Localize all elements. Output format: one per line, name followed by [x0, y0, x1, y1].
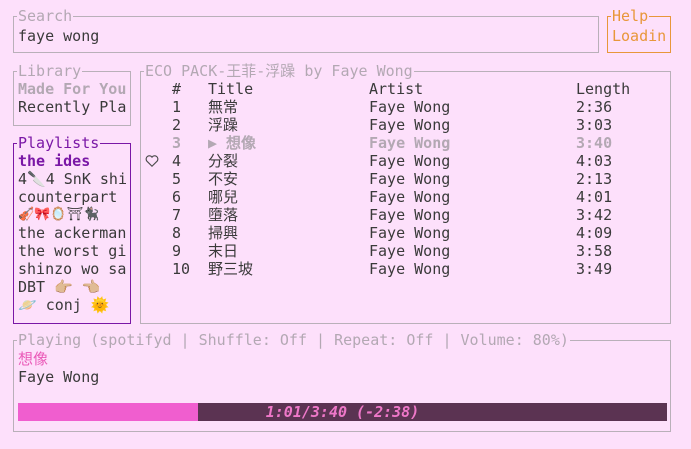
column-header-number[interactable]: # [172, 80, 181, 98]
track-artist: Faye Wong [369, 98, 451, 116]
playlist-item[interactable]: DBT 👉🏼 👈🏼 [18, 278, 128, 296]
track-length: 3:49 [576, 260, 613, 278]
track-artist: Faye Wong [369, 206, 451, 224]
track-number: 8 [172, 224, 182, 242]
track-length: 3:42 [576, 206, 613, 224]
library-item-recently-played[interactable]: Recently Pla [18, 98, 128, 116]
library-panel: Library Made For You Recently Pla [13, 63, 131, 126]
track-number: 2 [172, 116, 182, 134]
track-artist: Faye Wong [369, 242, 451, 260]
track-title: 分裂 [208, 152, 239, 170]
track-length: 3:40 [576, 134, 613, 152]
track-number: 4 [172, 152, 182, 170]
playlists-panel: Playlists the ides 4🔪4 SnK ship counterp… [13, 135, 131, 324]
track-title: ▶ 想像 [208, 134, 257, 152]
search-box[interactable]: Search faye wong [13, 8, 599, 53]
column-header-artist[interactable]: Artist [369, 80, 423, 98]
track-number: 7 [172, 206, 182, 224]
help-title: Help [611, 7, 650, 25]
track-number: 1 [172, 98, 182, 116]
playlists-title: Playlists [17, 134, 101, 152]
track-number: 9 [172, 242, 182, 260]
library-title: Library [17, 62, 83, 80]
track-title: 哪兒 [208, 188, 239, 206]
track-length: 4:01 [576, 188, 613, 206]
playlist-item[interactable]: the ackerman [18, 224, 128, 242]
track-length: 3:58 [576, 242, 613, 260]
progress-bar[interactable]: 1:01/3:40 (-2:38) [18, 403, 667, 421]
track-title: 不安 [208, 170, 239, 188]
help-box[interactable]: Help Loadin [607, 8, 671, 53]
library-item-made-for-you[interactable]: Made For You [18, 80, 128, 98]
track-artist: Faye Wong [369, 134, 451, 152]
track-artist: Faye Wong [369, 152, 451, 170]
track-number: 10 [172, 260, 191, 278]
column-header-title[interactable]: Title [208, 80, 253, 98]
track-artist: Faye Wong [369, 224, 451, 242]
tracklist-title: ECO PACK-王菲-浮躁 by Faye Wong [144, 62, 414, 80]
playlist-item[interactable]: the worst gi [18, 242, 128, 260]
track-title: 墮落 [208, 206, 239, 224]
playlist-item[interactable]: shinzo wo sa [18, 260, 128, 278]
track-length: 2:36 [576, 98, 613, 116]
playlist-item[interactable]: the ides [18, 152, 128, 170]
track-title: 無常 [208, 98, 239, 116]
now-playing-artist: Faye Wong [18, 368, 100, 386]
search-title: Search [17, 7, 74, 25]
track-title: 野三坡 [208, 260, 254, 278]
playlist-item[interactable]: 4🔪4 SnK ship [18, 170, 128, 188]
progress-time: 1:01/3:40 (-2:38) [265, 403, 420, 421]
track-title: 末日 [208, 242, 239, 260]
track-length: 4:09 [576, 224, 613, 242]
track-length: 2:13 [576, 170, 613, 188]
track-length: 3:03 [576, 116, 613, 134]
track-artist: Faye Wong [369, 170, 451, 188]
search-input[interactable]: faye wong [18, 27, 99, 45]
playlist-item[interactable]: counterpart [18, 188, 128, 206]
track-title: 浮躁 [208, 116, 239, 134]
track-number: 5 [172, 170, 182, 188]
track-artist: Faye Wong [369, 260, 451, 278]
heart-icon[interactable] [145, 154, 159, 168]
tracklist-panel: ECO PACK-王菲-浮躁 by Faye Wong # Title Arti… [140, 63, 671, 324]
track-title: 掃興 [208, 224, 239, 242]
track-number: 6 [172, 188, 182, 206]
column-header-length[interactable]: Length [576, 80, 630, 98]
now-playing-panel: Playing (spotifyd | Shuffle: Off | Repea… [13, 332, 671, 432]
help-status: Loadin [612, 27, 667, 45]
track-artist: Faye Wong [369, 116, 451, 134]
playlist-item[interactable]: 🎻🎀🪞⛩🐈‍⬛ [18, 206, 128, 224]
playback-status: Playing (spotifyd | Shuffle: Off | Repea… [17, 331, 570, 349]
track-length: 4:03 [576, 152, 613, 170]
track-artist: Faye Wong [369, 188, 451, 206]
now-playing-song: 想像 [18, 350, 49, 368]
playlist-item[interactable]: 🪐 conj 🌞 [18, 296, 128, 314]
track-number: 3 [172, 134, 182, 152]
